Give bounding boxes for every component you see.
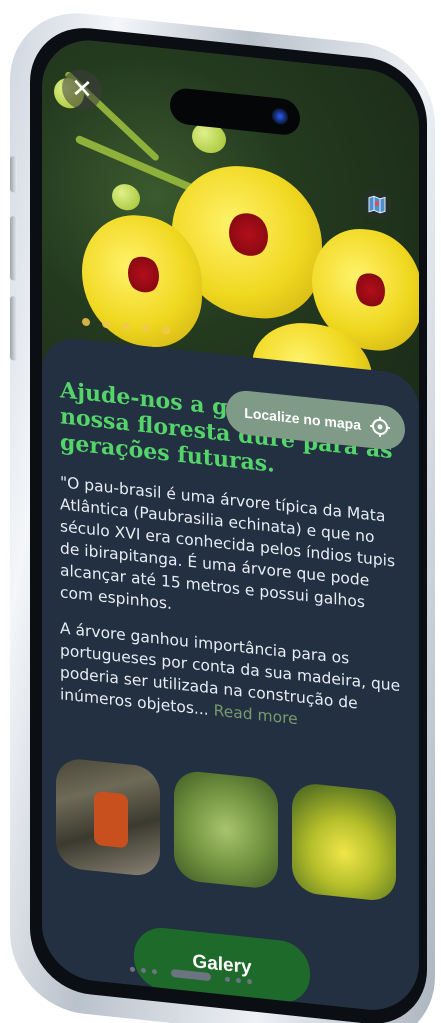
carousel-dot[interactable] [122, 321, 130, 331]
gallery-thumbnail-flowers[interactable] [292, 781, 396, 903]
map-button[interactable] [361, 186, 393, 223]
app-screenshot: ✕ Ajude-nos a garantir que nossa florest… [0, 0, 441, 1023]
volume-up-button [10, 216, 17, 281]
gallery-thumbnail-leaves[interactable] [174, 769, 278, 891]
location-target-icon [370, 416, 390, 437]
dynamic-island [170, 86, 300, 137]
gallery-thumbnail-bark[interactable] [56, 756, 160, 878]
silent-switch [10, 156, 17, 193]
article-paragraph: "O pau-brasil é uma árvore típica da Mat… [60, 473, 396, 614]
carousel-dot[interactable] [142, 323, 150, 333]
volume-down-button [10, 296, 17, 361]
phone-frame: ✕ Ajude-nos a garantir que nossa florest… [10, 6, 435, 1023]
app-screen: ✕ Ajude-nos a garantir que nossa florest… [42, 35, 419, 1015]
carousel-dot[interactable] [102, 319, 110, 329]
article-paragraph: A árvore ganhou importância para os port… [60, 617, 401, 741]
map-icon [368, 195, 386, 214]
close-icon: ✕ [71, 73, 93, 106]
charging-port [171, 968, 211, 982]
carousel-dot[interactable] [82, 317, 90, 327]
flower-bud [112, 182, 140, 212]
carousel-dot[interactable] [162, 325, 170, 335]
phone-bezel: ✕ Ajude-nos a garantir que nossa florest… [30, 22, 427, 1023]
read-more-link[interactable]: Read more [214, 701, 298, 728]
locate-button-label: Localize no mapa [244, 404, 361, 433]
camera-icon [272, 107, 288, 126]
